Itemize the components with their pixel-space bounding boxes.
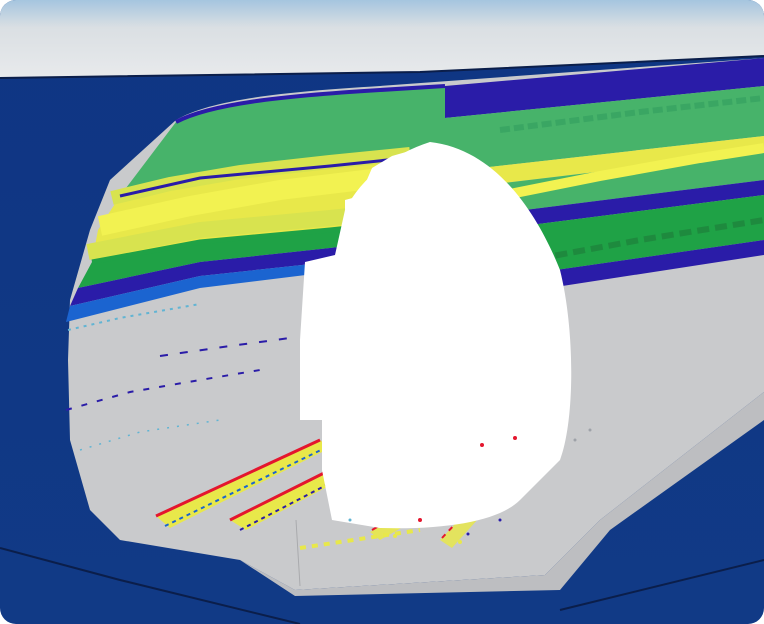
- 3d-viewport[interactable]: [0, 0, 764, 624]
- point-cloud-canvas[interactable]: [0, 0, 764, 624]
